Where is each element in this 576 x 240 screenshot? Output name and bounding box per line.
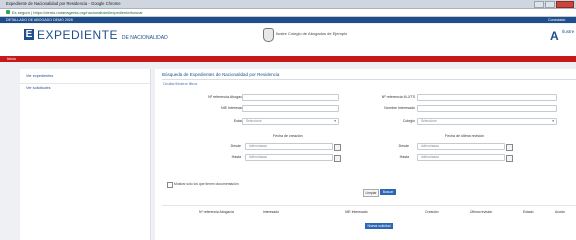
main-nav: Inicio bbox=[0, 56, 576, 62]
chevron-down-icon: ▾ bbox=[552, 119, 554, 123]
calendar-icon[interactable] bbox=[506, 155, 513, 162]
estado-select[interactable]: Seleccione ▾ bbox=[242, 118, 339, 125]
session-status[interactable]: Conectado bbox=[548, 18, 565, 22]
nombre-input[interactable] bbox=[417, 105, 557, 112]
app-logo-text[interactable]: EXPEDIENTE DE NACIONALIDAD bbox=[37, 28, 168, 42]
revision-to-label: Hasta bbox=[399, 155, 409, 159]
revision-from-input[interactable]: dd/mm/aaaa bbox=[417, 143, 513, 151]
sidebar-divider bbox=[20, 83, 150, 84]
creation-date-title: Fecha de creación bbox=[273, 134, 303, 138]
table-header[interactable]: Interesado bbox=[263, 210, 279, 214]
sidebar: Ver expedientes Ver solicitudes bbox=[20, 69, 151, 240]
clear-button[interactable]: Limpiar bbox=[363, 189, 379, 197]
creation-to-placeholder: dd/mm/aaaa bbox=[249, 155, 267, 159]
colegio-value: Seleccione bbox=[421, 119, 437, 123]
creation-to-label: Hasta bbox=[231, 155, 241, 159]
ref-mj-input[interactable] bbox=[417, 94, 557, 101]
ref-abogacia-input[interactable] bbox=[242, 94, 339, 101]
calendar-icon[interactable] bbox=[334, 155, 341, 162]
chevron-down-icon: ▾ bbox=[334, 119, 336, 123]
partner-logo-icon: A bbox=[550, 29, 559, 43]
sidebar-item-expedientes[interactable]: Ver expedientes bbox=[26, 74, 53, 78]
table-header[interactable]: Creación bbox=[425, 210, 439, 214]
address-bar[interactable]: Es seguro | https://demo.notariagenia.or… bbox=[0, 9, 576, 17]
logo-main: EXPEDIENTE bbox=[37, 28, 119, 42]
documentation-checkbox-label[interactable]: Mostrar sólo los que tienen documentació… bbox=[174, 182, 239, 186]
nie-input[interactable] bbox=[242, 105, 339, 112]
colegio-select[interactable]: Seleccione ▾ bbox=[417, 118, 557, 125]
lock-icon bbox=[6, 10, 10, 14]
window-title-bar: Expediente de Nacionalidad por Residenci… bbox=[0, 0, 576, 9]
partner-logo-text: Ilustre bbox=[562, 29, 575, 34]
estado-value: Seleccione bbox=[246, 119, 262, 123]
ref-mj-label: Nº referencia M.J/TS bbox=[381, 95, 415, 99]
table-header[interactable]: Acción bbox=[555, 210, 565, 214]
new-request-button[interactable]: Nueva solicitud bbox=[365, 223, 393, 229]
creation-from-input[interactable]: dd/mm/aaaa bbox=[245, 143, 341, 151]
creation-from-placeholder: dd/mm/aaaa bbox=[249, 144, 267, 148]
nombre-label: Nombre Interesado bbox=[384, 106, 415, 110]
bookmark-bar: DETALLADO DE ABOGADO DEMO 2026 Conectado bbox=[0, 17, 576, 23]
minimize-icon[interactable] bbox=[534, 1, 544, 8]
table-header[interactable]: NIE Interesado bbox=[345, 210, 368, 214]
revision-from-label: Desde bbox=[398, 144, 409, 148]
toggle-filters-link[interactable]: Ocultar/Mostrar filtros bbox=[163, 82, 197, 86]
app-header: E EXPEDIENTE DE NACIONALIDAD Ilustre Col… bbox=[0, 24, 576, 56]
revision-date-title: Fecha de última revisión bbox=[445, 134, 484, 138]
maximize-icon[interactable] bbox=[545, 1, 555, 8]
search-button[interactable]: Buscar bbox=[380, 189, 396, 195]
results-divider bbox=[162, 205, 576, 206]
table-header[interactable]: Nº referencia Abogacía bbox=[199, 210, 234, 214]
logo-suffix: DE NACIONALIDAD bbox=[121, 35, 168, 41]
title-divider bbox=[162, 79, 576, 80]
creation-to-input[interactable]: dd/mm/aaaa bbox=[245, 154, 341, 162]
table-header[interactable]: Estado bbox=[523, 210, 534, 214]
colegio-label: Colegio bbox=[402, 119, 415, 123]
table-header[interactable]: Última revisión bbox=[470, 210, 492, 214]
crest-icon bbox=[263, 28, 274, 42]
revision-to-input[interactable]: dd/mm/aaaa bbox=[417, 154, 513, 162]
nav-item-home[interactable]: Inicio bbox=[7, 56, 16, 62]
estado-label: Estado bbox=[233, 119, 245, 123]
documentation-checkbox[interactable] bbox=[167, 182, 173, 188]
nie-label: NIE Interesado bbox=[221, 106, 245, 110]
page-title: Búsqueda de Expedientes de Nacionalidad … bbox=[162, 72, 280, 77]
logo-icon[interactable]: E bbox=[24, 29, 34, 40]
revision-to-placeholder: dd/mm/aaaa bbox=[421, 155, 439, 159]
revision-from-placeholder: dd/mm/aaaa bbox=[421, 144, 439, 148]
sidebar-item-solicitudes[interactable]: Ver solicitudes bbox=[26, 86, 50, 90]
ref-abogacia-label: Nº referencia Abogacía bbox=[208, 95, 245, 99]
calendar-icon[interactable] bbox=[334, 144, 341, 151]
calendar-icon[interactable] bbox=[506, 144, 513, 151]
main-panel: Búsqueda de Expedientes de Nacionalidad … bbox=[155, 69, 576, 240]
bookmark-item[interactable]: DETALLADO DE ABOGADO DEMO 2026 bbox=[6, 18, 73, 22]
creation-from-label: Desde bbox=[230, 144, 241, 148]
organization-name: Ilustre Colegio de Abogados de Ejemplo bbox=[276, 31, 348, 36]
url-text[interactable]: Es seguro | https://demo.notariagenia.or… bbox=[12, 10, 143, 15]
close-icon[interactable] bbox=[556, 1, 574, 8]
window-title: Expediente de Nacionalidad por Residenci… bbox=[6, 1, 121, 6]
